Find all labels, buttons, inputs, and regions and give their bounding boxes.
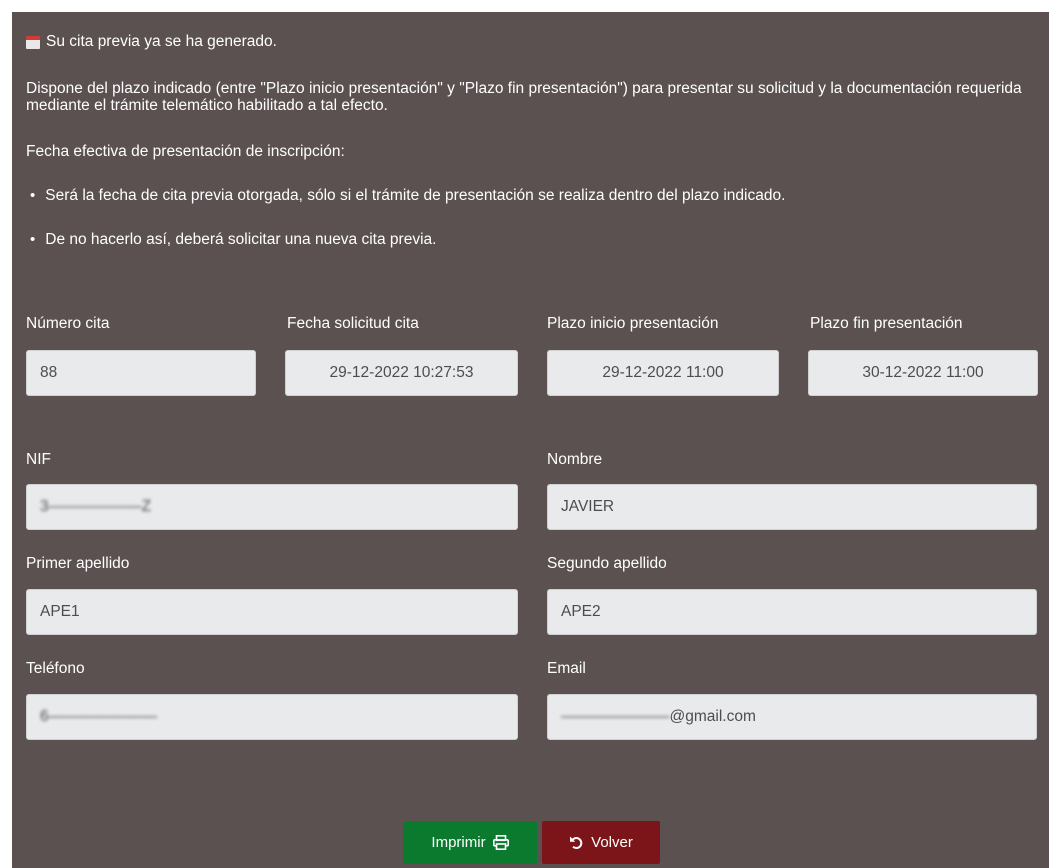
plazo-inicio-label: Plazo inicio presentación bbox=[547, 315, 719, 332]
bullet-text: Será la fecha de cita previa otorgada, s… bbox=[45, 187, 786, 204]
fecha-solicitud-value: 29-12-2022 10:27:53 bbox=[329, 364, 474, 381]
segundo-apellido-label: Segundo apellido bbox=[547, 555, 667, 572]
telefono-field[interactable]: 6——————— bbox=[26, 694, 518, 740]
nombre-value: JAVIER bbox=[561, 498, 615, 515]
nombre-label: Nombre bbox=[547, 451, 603, 468]
fecha-solicitud-label: Fecha solicitud cita bbox=[287, 315, 419, 332]
numero-cita-field[interactable]: 88 bbox=[26, 350, 256, 396]
plazo-fin-value: 30-12-2022 11:00 bbox=[862, 364, 984, 381]
email-domain: @gmail.com bbox=[669, 708, 756, 725]
instructions-heading: Fecha efectiva de presentación de inscri… bbox=[26, 143, 345, 160]
primer-apellido-value: APE1 bbox=[40, 603, 80, 620]
plazo-inicio-field[interactable]: 29-12-2022 11:00 bbox=[547, 350, 779, 396]
nif-label: NIF bbox=[26, 451, 51, 468]
back-button[interactable]: Volver bbox=[542, 821, 660, 864]
list-item: • De no hacerlo así, deberá solicitar un… bbox=[30, 231, 436, 249]
instructions-paragraph: Dispone del plazo indicado (entre "Plazo… bbox=[26, 80, 1022, 114]
nombre-field[interactable]: JAVIER bbox=[547, 484, 1037, 530]
printer-icon bbox=[492, 835, 509, 850]
confirmation-text: Su cita previa ya se ha generado. bbox=[46, 33, 277, 50]
fecha-solicitud-field[interactable]: 29-12-2022 10:27:53 bbox=[285, 350, 518, 396]
nif-field[interactable]: 3——————Z bbox=[26, 484, 518, 530]
numero-cita-value: 88 bbox=[40, 364, 58, 381]
primer-apellido-field[interactable]: APE1 bbox=[26, 589, 518, 635]
numero-cita-label: Número cita bbox=[26, 315, 110, 332]
email-field[interactable]: ——————— @gmail.com bbox=[547, 694, 1037, 740]
plazo-inicio-value: 29-12-2022 11:00 bbox=[602, 364, 724, 381]
print-button-label: Imprimir bbox=[431, 834, 486, 851]
appointment-confirmation-panel: Su cita previa ya se ha generado. Dispon… bbox=[12, 12, 1049, 868]
undo-icon bbox=[570, 836, 583, 850]
plazo-fin-field[interactable]: 30-12-2022 11:00 bbox=[808, 350, 1038, 396]
calendar-icon bbox=[26, 35, 40, 49]
email-redacted-part: ——————— bbox=[561, 708, 670, 725]
back-button-label: Volver bbox=[591, 834, 633, 851]
segundo-apellido-value: APE2 bbox=[561, 603, 601, 620]
list-item: • Será la fecha de cita previa otorgada,… bbox=[30, 187, 785, 205]
plazo-fin-label: Plazo fin presentación bbox=[810, 315, 963, 332]
email-label: Email bbox=[547, 660, 586, 677]
telefono-label: Teléfono bbox=[26, 660, 85, 677]
primer-apellido-label: Primer apellido bbox=[26, 555, 130, 572]
confirmation-notice: Su cita previa ya se ha generado. bbox=[26, 33, 277, 51]
telefono-value: 6——————— bbox=[40, 708, 158, 725]
nif-value: 3——————Z bbox=[40, 498, 152, 515]
print-button[interactable]: Imprimir bbox=[403, 821, 537, 864]
bullet-text: De no hacerlo así, deberá solicitar una … bbox=[45, 231, 437, 248]
bullet-dot: • bbox=[30, 231, 36, 248]
bullet-dot: • bbox=[30, 187, 36, 204]
segundo-apellido-field[interactable]: APE2 bbox=[547, 589, 1037, 635]
